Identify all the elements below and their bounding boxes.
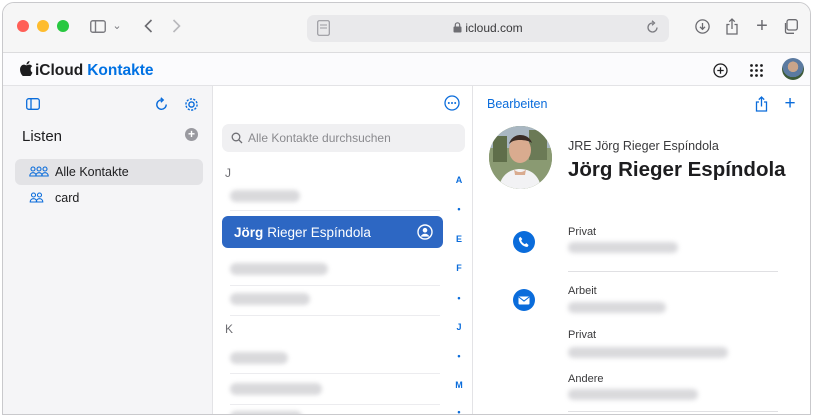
index-letter[interactable]: A bbox=[454, 175, 464, 185]
more-options-icon[interactable] bbox=[444, 95, 462, 113]
selected-rest-name: Rieger Espíndola bbox=[267, 224, 371, 240]
field-label-email-work: Arbeit bbox=[568, 285, 597, 297]
email-work-value[interactable] bbox=[568, 302, 666, 313]
contact-initials-line: JRE Jörg Rieger Espíndola bbox=[568, 139, 719, 153]
brand-prefix: iCloud bbox=[35, 62, 84, 79]
lock-icon bbox=[453, 22, 462, 36]
people-group-icon bbox=[29, 166, 49, 178]
index-letter[interactable]: E bbox=[454, 234, 464, 244]
lists-title: Listen bbox=[22, 128, 63, 145]
url-text: icloud.com bbox=[465, 21, 523, 35]
index-dot[interactable]: • bbox=[454, 351, 464, 361]
list-item[interactable] bbox=[230, 352, 288, 364]
divider bbox=[230, 315, 440, 316]
email-other-value[interactable] bbox=[568, 389, 698, 400]
contact-list-column: Alle Kontakte durchsuchen J Jörg Rieger … bbox=[213, 86, 473, 414]
section-header-k: K bbox=[225, 322, 234, 336]
brand-app-name: Kontakte bbox=[87, 62, 154, 79]
chevron-down-icon[interactable]: ⌄ bbox=[111, 15, 123, 37]
browser-window: ⌄ icloud.com + iCloud Kontakte Listen + … bbox=[2, 2, 811, 415]
email-private-value[interactable] bbox=[568, 347, 728, 358]
back-button[interactable] bbox=[141, 15, 155, 37]
index-letter[interactable]: J bbox=[454, 322, 464, 332]
address-bar[interactable]: icloud.com bbox=[307, 15, 669, 42]
index-dot[interactable]: • bbox=[454, 204, 464, 214]
people-pair-icon bbox=[29, 192, 49, 204]
selected-first-name: Jörg bbox=[234, 224, 264, 240]
list-item[interactable] bbox=[230, 190, 300, 202]
phone-value[interactable] bbox=[568, 242, 678, 253]
divider bbox=[230, 404, 440, 405]
sidebar-item-card[interactable]: card bbox=[15, 185, 203, 211]
browser-toolbar: ⌄ icloud.com + bbox=[3, 3, 810, 53]
sidebar-panel-icon[interactable] bbox=[24, 95, 42, 113]
share-icon[interactable] bbox=[723, 15, 741, 37]
search-icon bbox=[231, 132, 243, 144]
minimize-window-button[interactable] bbox=[37, 20, 49, 32]
lists-sidebar: Listen + Alle Kontakte card bbox=[3, 86, 213, 414]
divider bbox=[230, 285, 440, 286]
sidebar-toggle-icon[interactable] bbox=[89, 15, 107, 37]
contact-full-name: Jörg Rieger Espíndola bbox=[568, 158, 786, 181]
list-item[interactable] bbox=[230, 383, 322, 395]
index-letter[interactable]: M bbox=[454, 380, 464, 390]
divider bbox=[230, 373, 440, 374]
share-contact-icon[interactable] bbox=[752, 95, 770, 113]
edit-button[interactable]: Bearbeiten bbox=[487, 97, 547, 111]
app-header: iCloud Kontakte bbox=[3, 53, 810, 86]
divider bbox=[230, 210, 440, 211]
divider bbox=[568, 411, 778, 412]
sidebar-item-alle-kontakte[interactable]: Alle Kontakte bbox=[15, 159, 203, 185]
forward-button[interactable] bbox=[169, 15, 183, 37]
tab-overview-icon[interactable] bbox=[781, 15, 799, 37]
reload-icon[interactable] bbox=[646, 20, 659, 39]
account-avatar[interactable] bbox=[782, 58, 804, 80]
refresh-icon[interactable] bbox=[152, 95, 170, 113]
search-input[interactable]: Alle Kontakte durchsuchen bbox=[222, 124, 465, 152]
close-window-button[interactable] bbox=[17, 20, 29, 32]
new-tab-icon[interactable]: + bbox=[753, 15, 771, 37]
section-header-j: J bbox=[225, 166, 231, 180]
app-brand[interactable]: iCloud Kontakte bbox=[20, 61, 154, 81]
apple-logo-icon bbox=[20, 61, 33, 81]
list-item[interactable] bbox=[230, 263, 328, 275]
phone-icon[interactable] bbox=[513, 231, 535, 253]
contact-detail-pane: Bearbeiten + JRE Jörg Rieger Espíndola J… bbox=[473, 86, 810, 414]
sidebar-item-label: card bbox=[55, 191, 80, 205]
index-letter[interactable]: F bbox=[454, 263, 464, 273]
add-contact-icon[interactable]: + bbox=[781, 93, 799, 114]
add-circle-icon[interactable] bbox=[710, 60, 730, 80]
list-item[interactable] bbox=[230, 293, 310, 305]
index-dot[interactable]: • bbox=[454, 293, 464, 303]
sidebar-item-label: Alle Kontakte bbox=[55, 165, 129, 179]
field-label-email-other: Andere bbox=[568, 373, 604, 385]
download-icon[interactable] bbox=[693, 15, 711, 37]
index-dot[interactable]: • bbox=[454, 407, 464, 414]
app-launcher-grid-icon[interactable] bbox=[746, 60, 766, 80]
field-label-email-private: Privat bbox=[568, 329, 597, 341]
zoom-window-button[interactable] bbox=[57, 20, 69, 32]
list-item[interactable] bbox=[230, 411, 302, 414]
add-list-button[interactable]: + bbox=[185, 128, 198, 141]
list-item-selected[interactable]: Jörg Rieger Espíndola bbox=[222, 216, 443, 248]
contact-photo bbox=[489, 126, 552, 189]
mail-icon[interactable] bbox=[513, 289, 535, 311]
person-circle-icon bbox=[417, 224, 433, 240]
search-placeholder: Alle Kontakte durchsuchen bbox=[248, 131, 391, 145]
field-label-phone: Privat bbox=[568, 226, 597, 238]
settings-gear-icon[interactable] bbox=[182, 95, 200, 113]
divider bbox=[568, 271, 778, 272]
